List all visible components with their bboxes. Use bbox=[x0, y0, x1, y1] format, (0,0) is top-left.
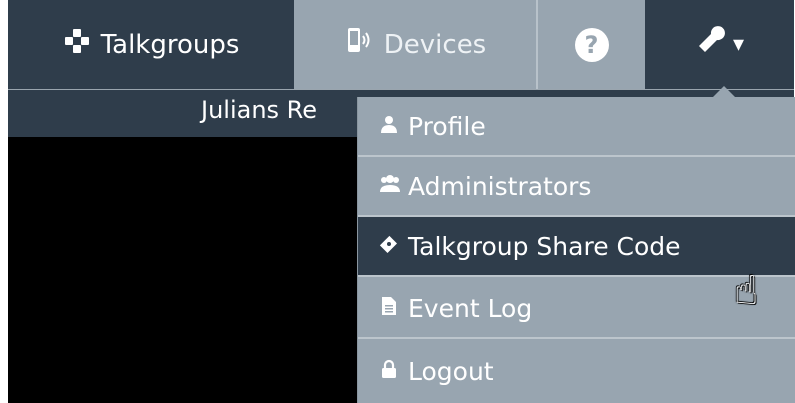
hand-pointer-cursor: ☝ bbox=[734, 268, 759, 314]
mobile-signal-icon bbox=[344, 26, 374, 63]
nav-tab-devices[interactable]: Devices bbox=[294, 0, 536, 89]
lock-icon bbox=[378, 359, 400, 384]
menu-item-event-log[interactable]: Event Log bbox=[358, 279, 795, 339]
menu-item-label: Talkgroup Share Code bbox=[408, 231, 681, 261]
nav-devices-label: Devices bbox=[383, 29, 487, 60]
file-icon bbox=[378, 296, 400, 321]
menu-item-label: Logout bbox=[408, 356, 494, 386]
menu-item-administrators[interactable]: Administrators bbox=[358, 157, 795, 217]
wrench-icon bbox=[695, 26, 729, 63]
user-icon bbox=[378, 114, 400, 139]
tools-dropdown-menu: Profile Administrators Talkgroup Share C… bbox=[357, 97, 795, 403]
page-title: Julians Re bbox=[201, 96, 318, 124]
content-panel bbox=[8, 137, 357, 403]
nav-tab-talkgroups[interactable]: Talkgroups bbox=[8, 0, 294, 89]
menu-item-profile[interactable]: Profile bbox=[358, 97, 795, 157]
chevron-down-icon: ▾ bbox=[732, 32, 745, 57]
menu-item-label: Profile bbox=[408, 111, 486, 141]
menu-item-label: Administrators bbox=[408, 171, 592, 201]
top-navbar: Talkgroups Devices ? ▾ bbox=[8, 0, 794, 89]
talkgroups-icon bbox=[63, 27, 91, 62]
menu-item-talkgroup-share-code[interactable]: Talkgroup Share Code bbox=[358, 217, 795, 277]
menu-item-logout[interactable]: Logout bbox=[358, 341, 795, 401]
nav-tools-dropdown-toggle[interactable]: ▾ bbox=[645, 0, 794, 89]
users-icon bbox=[378, 174, 400, 199]
ticket-icon bbox=[378, 234, 400, 259]
nav-help-button[interactable]: ? bbox=[536, 0, 645, 89]
menu-item-label: Event Log bbox=[408, 293, 533, 323]
nav-talkgroups-label: Talkgroups bbox=[100, 29, 240, 60]
question-circle-icon: ? bbox=[574, 27, 609, 62]
